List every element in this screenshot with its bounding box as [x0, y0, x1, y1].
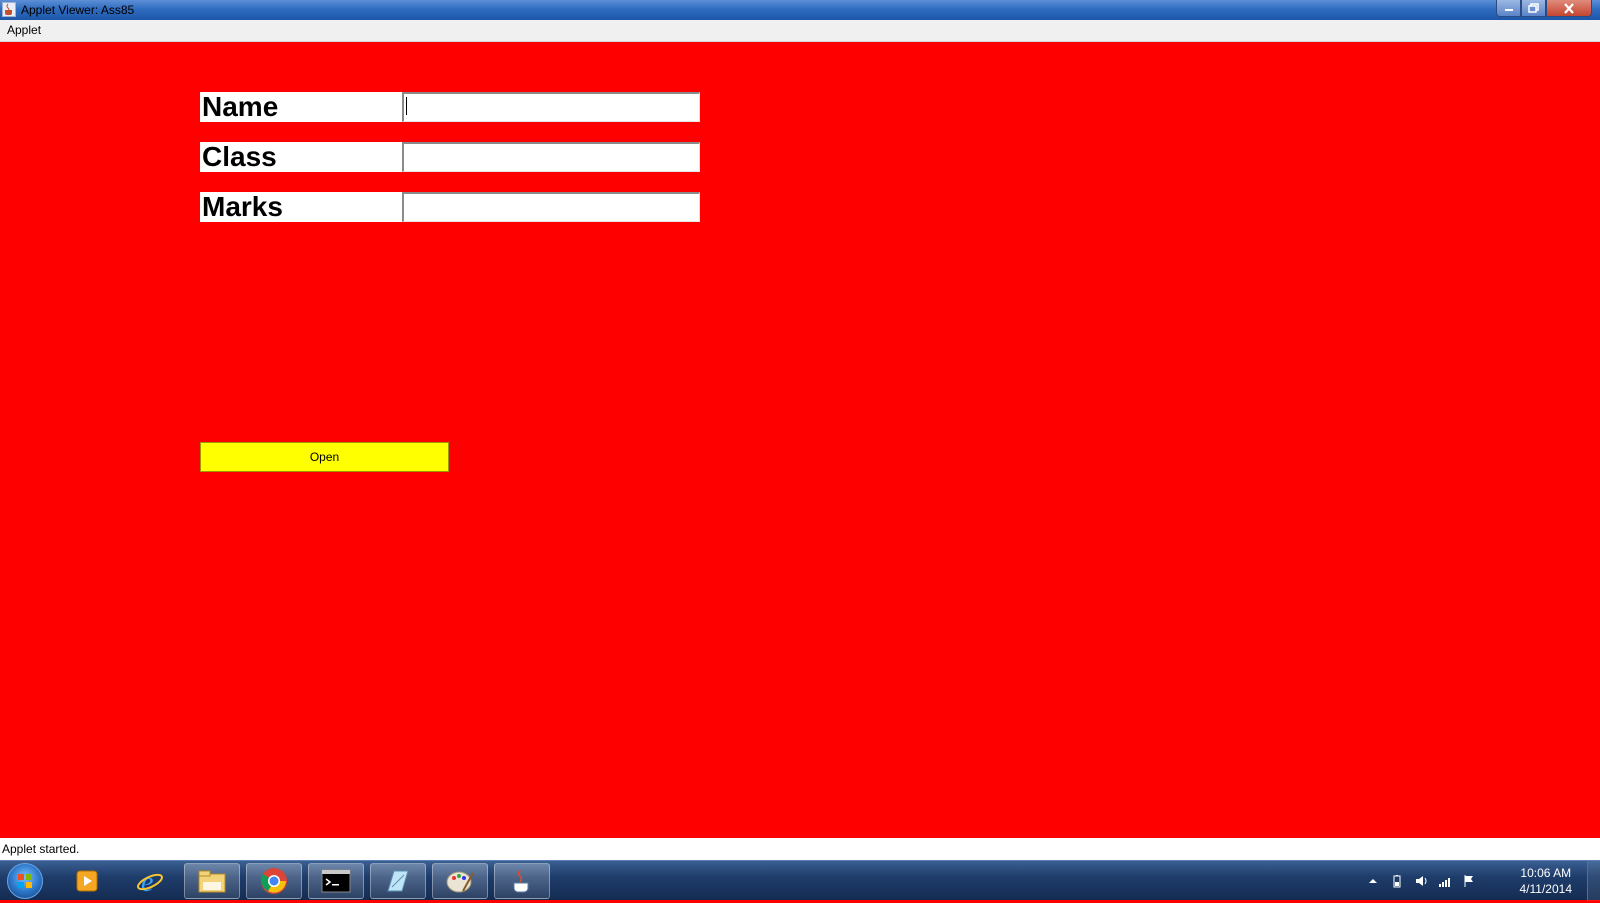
close-button[interactable] — [1546, 0, 1592, 17]
paint-icon — [446, 871, 474, 893]
marks-label: Marks — [200, 192, 402, 222]
notepad-icon — [387, 870, 409, 892]
name-input[interactable] — [402, 92, 700, 122]
window-title: Applet Viewer: Ass85 — [21, 3, 135, 17]
open-button[interactable]: Open — [200, 442, 449, 472]
windows-explorer-icon — [198, 870, 226, 893]
windows-media-player-icon — [76, 870, 98, 892]
windows-logo-icon — [18, 874, 32, 888]
show-desktop-button[interactable] — [1587, 861, 1600, 901]
taskbar-paint[interactable] — [432, 863, 488, 899]
clock-date: 4/11/2014 — [1519, 882, 1573, 896]
class-input[interactable] — [402, 142, 700, 172]
minimize-button[interactable] — [1496, 0, 1521, 17]
restore-icon — [1528, 3, 1539, 13]
action-center-flag-icon[interactable] — [1462, 874, 1476, 888]
java-applet-icon — [513, 869, 529, 893]
taskbar-media-player[interactable] — [60, 863, 116, 899]
taskbar-notepad[interactable] — [370, 863, 426, 899]
text-caret — [406, 97, 407, 115]
restore-button[interactable] — [1521, 0, 1546, 17]
clock-time: 10:06 AM — [1520, 866, 1572, 880]
battery-icon[interactable] — [1390, 874, 1404, 888]
window-title-bar[interactable]: Applet Viewer: Ass85 — [0, 0, 1600, 20]
marks-input[interactable] — [402, 192, 700, 222]
class-label: Class — [200, 142, 402, 172]
close-icon — [1564, 2, 1574, 14]
command-prompt-icon — [321, 869, 351, 893]
menu-applet[interactable]: Applet — [7, 23, 41, 37]
java-cup-icon — [2, 2, 16, 17]
volume-icon[interactable] — [1414, 874, 1428, 888]
start-button[interactable] — [7, 863, 43, 899]
chrome-icon — [261, 868, 287, 894]
taskbar-command-prompt[interactable] — [308, 863, 364, 899]
taskbar-java-applet[interactable] — [494, 863, 550, 899]
status-text: Applet started. — [2, 842, 80, 856]
taskbar-explorer[interactable] — [184, 863, 240, 899]
menu-bar: Applet — [0, 20, 1600, 42]
status-bar: Applet started. — [0, 838, 1600, 860]
network-signal-icon[interactable] — [1438, 874, 1452, 888]
taskbar-internet-explorer[interactable]: e — [122, 863, 178, 899]
taskbar: e 10:06 AM 4/11/2014 — [0, 860, 1600, 901]
show-hidden-icons-icon[interactable] — [1366, 874, 1380, 888]
applet-panel: Name Class Marks Open — [0, 42, 1600, 838]
taskbar-clock[interactable]: 10:06 AM 4/11/2014 — [1520, 865, 1573, 897]
taskbar-chrome[interactable] — [246, 863, 302, 899]
name-label: Name — [200, 92, 402, 122]
internet-explorer-icon: e — [137, 867, 163, 896]
minimize-icon — [1504, 9, 1513, 11]
